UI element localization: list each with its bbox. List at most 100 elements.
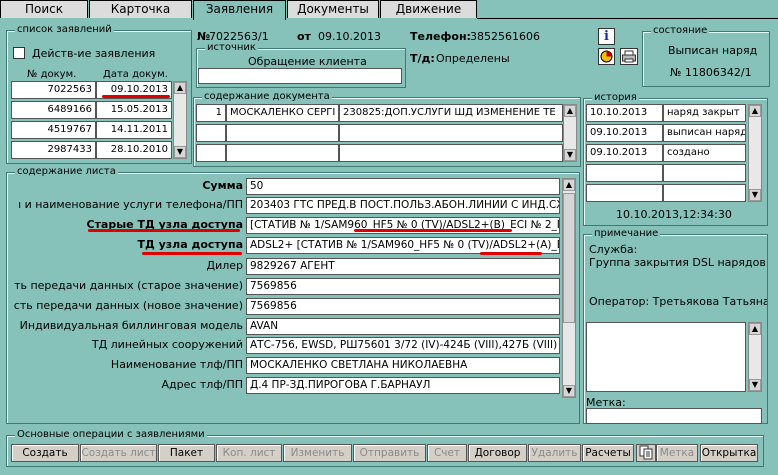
tab-documents[interactable]: Документы: [287, 0, 379, 18]
history-empty-cell[interactable]: [586, 164, 663, 182]
sheet-field-service-name[interactable]: 203403 ГТС ПРЕД.В ПОСТ.ПОЛЬЗ.АБОН.ЛИНИИ …: [246, 197, 560, 214]
app-row-4-date[interactable]: 28.10.2010: [96, 141, 172, 159]
scroll-up-icon[interactable]: ▲: [749, 105, 761, 117]
sheet-field-subscriber-address[interactable]: Д.4 ПР-ЗД.ПИРОГОВА Г.БАРНАУЛ: [246, 377, 560, 394]
sheet-field-old-speed[interactable]: 7569856: [246, 278, 560, 295]
pie-chart-icon[interactable]: [598, 48, 615, 65]
app-row-3-date[interactable]: 14.11.2011: [96, 121, 172, 139]
active-applications-label: Действ-ие заявления: [32, 47, 156, 60]
scroll-up-icon[interactable]: ▲: [564, 105, 576, 117]
sheet-label-sum: Сумма: [202, 179, 243, 192]
document-content-scrollbar[interactable]: ▲ ▼: [563, 104, 577, 162]
scroll-down-icon[interactable]: ▼: [174, 146, 186, 158]
scroll-up-icon[interactable]: ▲: [174, 82, 186, 94]
doc-empty-cell[interactable]: [196, 124, 226, 142]
col-doc-date: Дата докум.: [103, 69, 168, 80]
sheet-label-access-node-td: ТД узла доступа: [137, 238, 243, 251]
note-title: примечание: [592, 228, 661, 240]
red-underline-td-value: [480, 252, 542, 255]
invoice-button[interactable]: Счет: [427, 444, 467, 462]
source-title: источник: [205, 42, 258, 54]
scroll-down-icon[interactable]: ▼: [564, 149, 576, 161]
sheet-label-service-name: ı и наименование услуги телефона/ПП: [18, 198, 243, 211]
tab-card[interactable]: Карточка: [89, 0, 192, 18]
history-row-2-event[interactable]: выписан наряд: [663, 124, 746, 142]
state-title: состояние: [651, 25, 710, 37]
doc-row-description[interactable]: 230825:ДОП.УСЛУГИ ШД ИЗМЕНЕНИЕ ТЕ: [339, 104, 563, 122]
note-operator: Оператор: Третьякова Татьяна Ни: [589, 295, 767, 308]
doc-empty-cell[interactable]: [196, 144, 226, 162]
sheet-content-title: содержание листа: [15, 166, 118, 178]
history-scrollbar[interactable]: ▲ ▼: [748, 104, 762, 202]
operations-title: Основные операции с заявлениями: [15, 429, 207, 441]
app-from-label: от: [297, 30, 311, 43]
red-underline-date: [102, 95, 170, 98]
mark-field[interactable]: [586, 408, 762, 424]
scroll-up-icon[interactable]: ▲: [749, 323, 761, 335]
scroll-down-icon[interactable]: ▼: [749, 189, 761, 201]
sheet-label-subscriber-address: Адрес тлф/ПП: [161, 378, 243, 391]
doc-empty-cell[interactable]: [226, 144, 339, 162]
sheet-label-billing-model: Индивидуальная биллинговая модель: [19, 319, 243, 332]
red-underline-td-label: [142, 252, 242, 255]
doc-row-name[interactable]: МОСКАЛЕНКО СЕРГІ: [226, 104, 339, 122]
sheet-field-billing-model[interactable]: AVAN: [246, 318, 560, 335]
copy-sheet-button[interactable]: Коп. лист: [216, 444, 282, 462]
history-row-3-date[interactable]: 09.10.2013: [586, 144, 663, 162]
history-row-1-event[interactable]: наряд закрыт: [663, 104, 746, 122]
app-row-1-number[interactable]: 7022563: [11, 81, 96, 99]
history-empty-cell[interactable]: [586, 184, 663, 202]
phone-label: Телефон:: [410, 30, 471, 43]
history-empty-cell[interactable]: [663, 184, 746, 202]
postcard-button[interactable]: Открытка: [700, 444, 758, 462]
scroll-down-icon[interactable]: ▼: [563, 385, 575, 397]
app-date: 09.10.2013: [318, 30, 381, 43]
contract-button[interactable]: Договор: [468, 444, 527, 462]
package-button[interactable]: Пакет: [158, 444, 215, 462]
sheet-field-line-td[interactable]: АТС-756, EWSD, РШ75601 3/72 (IV)-424Б (V…: [246, 337, 560, 354]
sheet-field-subscriber-name[interactable]: МОСКАЛЕНКО СВЕТЛАНА НИКОЛАЕВНА: [246, 357, 560, 374]
app-row-2-number[interactable]: 6489166: [11, 101, 96, 119]
mark-button[interactable]: Метка: [656, 444, 698, 462]
tab-search[interactable]: Поиск: [0, 0, 88, 18]
scroll-down-icon[interactable]: ▼: [749, 379, 761, 391]
sheet-content-scrollbar[interactable]: ▲ ▼: [562, 178, 576, 398]
state-status: Выписан наряд: [668, 44, 758, 57]
sheet-field-dealer[interactable]: 9829267 АГЕНТ: [246, 258, 560, 275]
delete-button[interactable]: Удалить: [528, 444, 581, 462]
col-doc-number: № докум.: [27, 69, 77, 80]
state-order-number: № 11806342/1: [670, 66, 752, 79]
edit-button[interactable]: Изменить: [283, 444, 352, 462]
note-textarea[interactable]: [586, 322, 746, 392]
history-empty-cell[interactable]: [663, 164, 746, 182]
create-sheet-button[interactable]: Создать лист: [80, 444, 157, 462]
history-row-3-event[interactable]: создано: [663, 144, 746, 162]
tab-movement[interactable]: Движение: [380, 0, 477, 18]
sheet-field-new-speed[interactable]: 7569856: [246, 298, 560, 315]
note-scrollbar[interactable]: ▲ ▼: [748, 322, 762, 392]
info-icon[interactable]: i: [598, 28, 615, 45]
doc-empty-cell[interactable]: [339, 144, 563, 162]
doc-empty-cell[interactable]: [339, 124, 563, 142]
doc-empty-cell[interactable]: [226, 124, 339, 142]
applications-scrollbar[interactable]: ▲ ▼: [173, 81, 187, 159]
send-button[interactable]: Отправить: [353, 444, 426, 462]
history-row-2-date[interactable]: 09.10.2013: [586, 124, 663, 142]
sheet-field-sum[interactable]: 50: [246, 178, 560, 195]
scroll-up-icon[interactable]: ▲: [563, 179, 575, 191]
app-row-2-date[interactable]: 15.05.2013: [96, 101, 172, 119]
active-applications-checkbox[interactable]: [13, 47, 25, 59]
app-row-3-number[interactable]: 4519767: [11, 121, 96, 139]
create-button[interactable]: Создать: [11, 444, 79, 462]
source-field[interactable]: [198, 68, 402, 84]
tab-applications[interactable]: Заявления: [193, 0, 286, 20]
scroll-thumb[interactable]: [563, 193, 575, 323]
red-underline-old-td-label: [88, 229, 240, 232]
doc-row-number[interactable]: 1: [196, 104, 226, 122]
history-row-1-date[interactable]: 10.10.2013: [586, 104, 663, 122]
copy-document-icon[interactable]: [636, 444, 656, 462]
sheet-label-old-speed: ть передачи данных (старое значение): [14, 279, 243, 292]
app-row-4-number[interactable]: 2987433: [11, 141, 96, 159]
calculations-button[interactable]: Расчеты: [582, 444, 634, 462]
printer-icon[interactable]: [620, 48, 638, 65]
